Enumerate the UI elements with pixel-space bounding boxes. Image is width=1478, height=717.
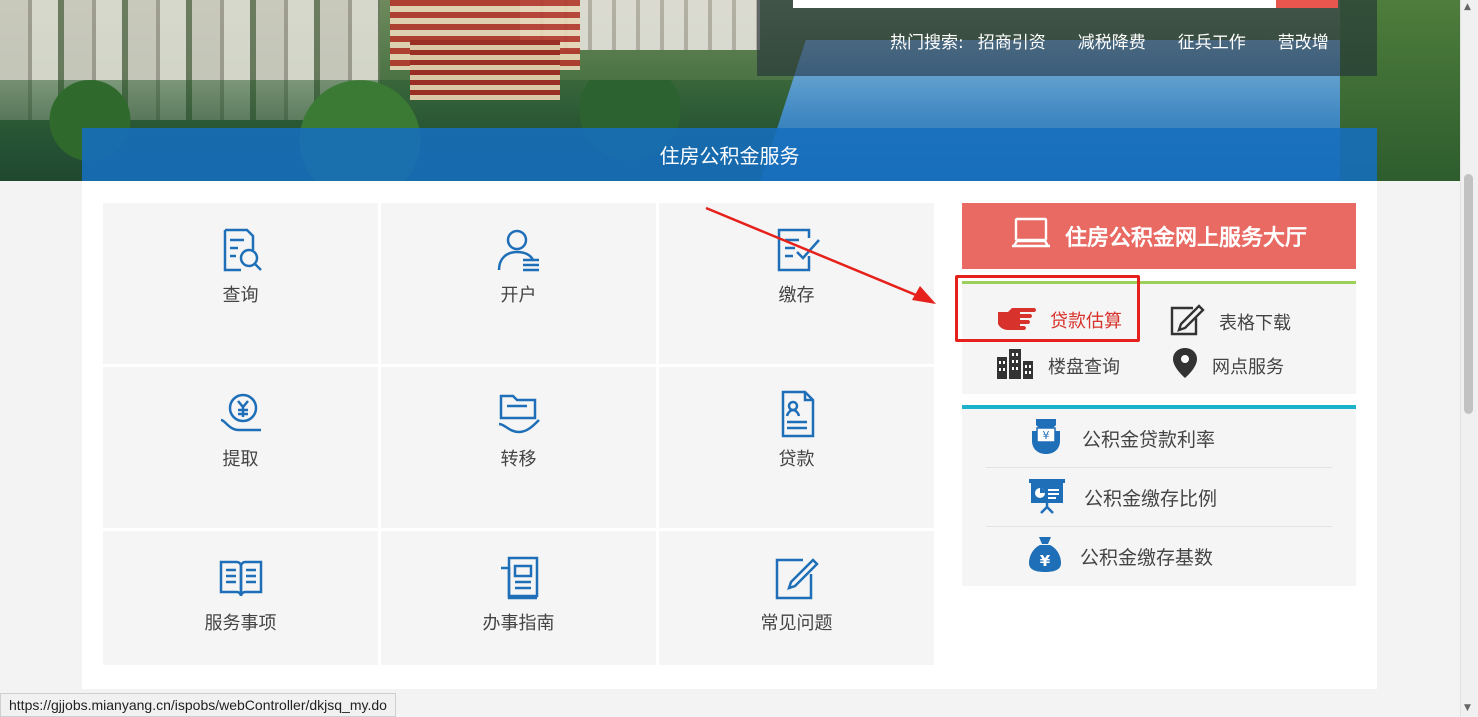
quick-link-outlet-service[interactable]: 网点服务 [1172, 347, 1284, 384]
status-bar-url: https://gjjobs.mianyang.cn/ispobs/webCon… [0, 693, 396, 717]
rates-panel: ¥ 公积金贷款利率 公积金缴存比例 ¥ 公积金缴存基数 [962, 409, 1356, 586]
online-service-hall-button[interactable]: 住房公积金网上服务大厅 [962, 203, 1356, 269]
folder-hand-icon [494, 389, 544, 439]
edit-form-icon [1169, 302, 1205, 341]
presentation-icon [1028, 476, 1066, 519]
annotation-highlight-box [955, 275, 1140, 342]
service-grid: 查询 开户 缴存 提取 转移 贷款 服务事项 办事指南 常见问题 [103, 203, 934, 667]
tile-label: 转移 [500, 449, 537, 470]
scroll-up-arrow-icon[interactable]: ▲ [1464, 2, 1471, 12]
scrollbar-thumb[interactable] [1464, 174, 1473, 414]
service-band-title: 住房公积金服务 [82, 128, 1377, 181]
quick-link-label: 楼盘查询 [1048, 356, 1120, 378]
user-list-icon [494, 225, 544, 275]
search-input[interactable] [793, 0, 1276, 8]
tile-faq[interactable]: 常见问题 [659, 531, 934, 665]
buildings-icon [996, 347, 1034, 384]
quick-link-label: 网点服务 [1212, 356, 1284, 378]
tile-loan[interactable]: 贷款 [659, 367, 934, 528]
quick-link-property-query[interactable]: 楼盘查询 [996, 347, 1120, 384]
tile-label: 常见问题 [760, 613, 833, 634]
tile-label: 办事指南 [482, 613, 555, 634]
tile-label: 服务事项 [204, 613, 277, 634]
hot-search: 热门搜索: 招商引资 减税降费 征兵工作 营改增 [890, 28, 1329, 53]
guide-icon [494, 553, 544, 603]
scroll-down-arrow-icon[interactable]: ▼ [1464, 703, 1471, 713]
tile-label: 缴存 [778, 285, 815, 306]
book-icon [216, 553, 266, 603]
edit-icon [772, 553, 822, 603]
tile-label: 查询 [222, 285, 259, 306]
hot-keyword[interactable]: 减税降费 [1078, 28, 1146, 53]
rate-link-loan-rate[interactable]: ¥ 公积金贷款利率 [986, 409, 1332, 468]
tile-label: 提取 [222, 449, 259, 470]
contract-icon [772, 389, 822, 439]
rate-link-deposit-base[interactable]: ¥ 公积金缴存基数 [986, 527, 1332, 586]
rate-link-label: 公积金缴存基数 [1080, 547, 1214, 569]
tile-label: 贷款 [778, 449, 815, 470]
search-button[interactable] [1276, 0, 1338, 8]
search-doc-icon [216, 225, 266, 275]
quick-link-label: 表格下载 [1219, 312, 1291, 334]
hot-keyword[interactable]: 营改增 [1278, 28, 1329, 53]
hero-temple-base [410, 40, 560, 100]
location-pin-icon [1172, 347, 1198, 384]
rate-link-deposit-ratio[interactable]: 公积金缴存比例 [986, 468, 1332, 527]
doc-check-icon [772, 225, 822, 275]
hot-search-label: 热门搜索: [890, 33, 964, 53]
tile-label: 开户 [500, 285, 537, 306]
hall-label: 住房公积金网上服务大厅 [1064, 226, 1307, 251]
yuan-hand-icon [216, 389, 266, 439]
tile-withdraw[interactable]: 提取 [103, 367, 378, 528]
tile-guide[interactable]: 办事指南 [381, 531, 656, 665]
quick-link-form-download[interactable]: 表格下载 [1169, 302, 1291, 341]
tile-query[interactable]: 查询 [103, 203, 378, 364]
tile-transfer[interactable]: 转移 [381, 367, 656, 528]
svg-text:¥: ¥ [1043, 429, 1050, 442]
tile-deposit[interactable]: 缴存 [659, 203, 934, 364]
rate-link-label: 公积金贷款利率 [1082, 428, 1216, 451]
hot-keyword[interactable]: 招商引资 [978, 28, 1046, 53]
yuan-bag-icon: ¥ [1028, 417, 1064, 460]
rate-link-label: 公积金缴存比例 [1084, 487, 1218, 510]
money-bag-icon: ¥ [1028, 535, 1062, 578]
laptop-icon [1011, 216, 1051, 256]
tile-open-account[interactable]: 开户 [381, 203, 656, 364]
tile-service-items[interactable]: 服务事项 [103, 531, 378, 665]
svg-text:¥: ¥ [1040, 552, 1051, 570]
hot-keyword[interactable]: 征兵工作 [1178, 28, 1246, 53]
